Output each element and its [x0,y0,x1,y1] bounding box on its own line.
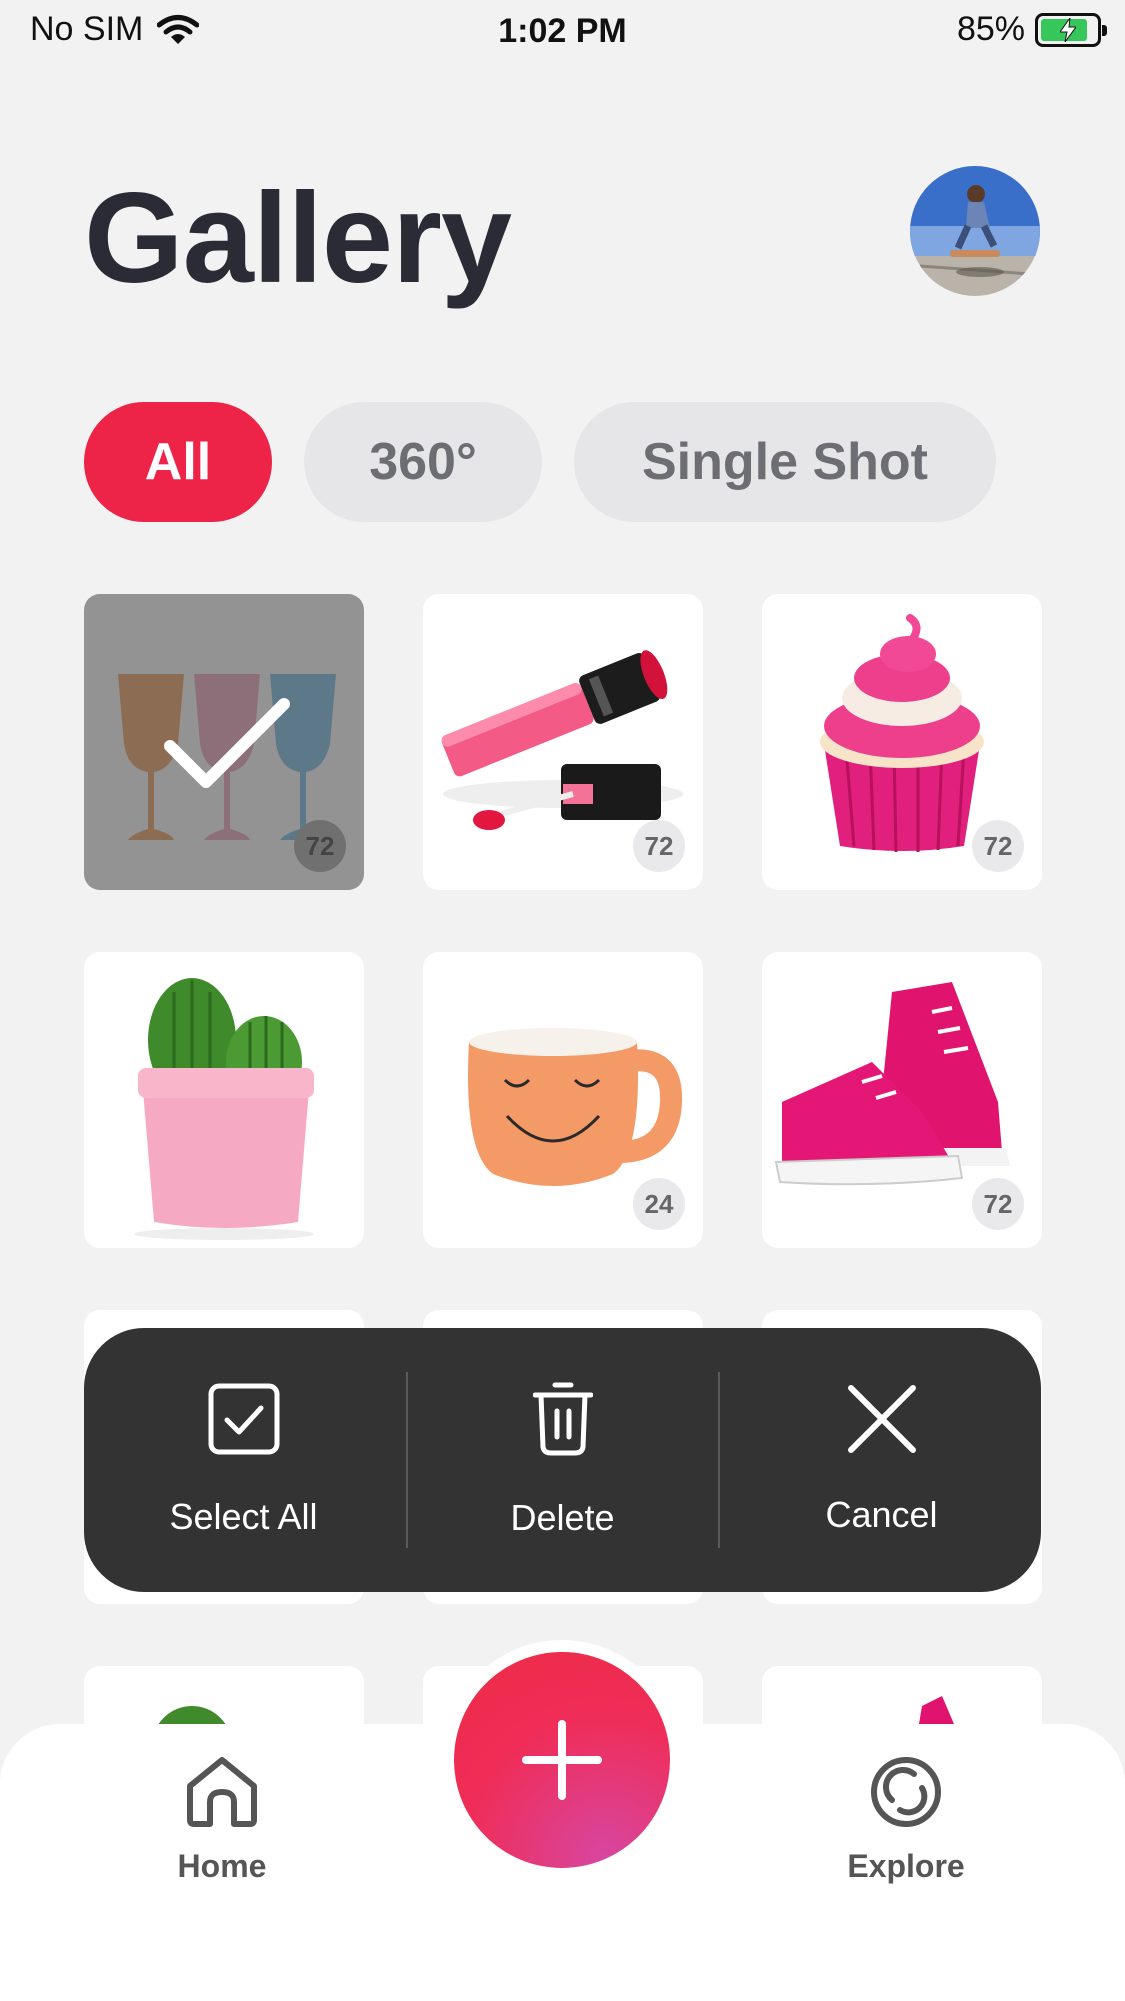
frame-count-badge: 72 [972,820,1024,872]
status-bar: No SIM 1:02 PM 85% [0,0,1125,62]
checkmark-icon [164,698,290,788]
plus-icon [522,1720,602,1800]
page-title: Gallery [84,167,512,310]
nav-home-label: Home [177,1848,267,1884]
delete-label: Delete [510,1497,615,1538]
battery-icon [1035,12,1107,47]
selection-action-bar: Select All Delete Cancel [84,1328,1041,1592]
close-icon [847,1385,916,1453]
tab-all[interactable]: All [84,402,272,522]
frame-count-badge: 24 [633,1178,685,1230]
frame-count-badge: 72 [972,1178,1024,1230]
gallery-item-mug[interactable]: 24 [423,952,703,1248]
nav-explore-label: Explore [847,1848,965,1884]
home-icon [187,1757,257,1827]
status-right: 85% [956,10,1107,49]
gallery-item-glasses[interactable]: 72 [84,594,364,890]
cactus-photo [134,978,314,1240]
avatar[interactable] [910,166,1040,296]
tab-single-shot[interactable]: Single Shot [574,402,996,522]
frame-count-badge: 72 [294,820,346,872]
battery-percent: 85% [956,10,1025,48]
checkbox-icon [208,1383,279,1455]
select-all-label: Select All [169,1496,318,1537]
nav-home[interactable]: Home [122,1754,322,1885]
delete-button[interactable]: Delete [403,1328,722,1592]
frame-count-badge: 72 [633,820,685,872]
trash-icon [532,1382,593,1456]
gallery-item-sneakers[interactable]: 72 [762,952,1042,1248]
cancel-label: Cancel [825,1494,938,1535]
nav-explore[interactable]: Explore [806,1754,1006,1885]
gallery-item-cactus[interactable] [84,952,364,1248]
gallery-item-cupcake[interactable]: 72 [762,594,1042,890]
add-button[interactable] [454,1652,670,1868]
cancel-button[interactable]: Cancel [722,1328,1041,1592]
explore-icon [871,1757,941,1827]
select-all-button[interactable]: Select All [84,1328,403,1592]
gallery-item-lip-gloss[interactable]: 72 [423,594,703,890]
tab-360[interactable]: 360° [304,402,542,522]
